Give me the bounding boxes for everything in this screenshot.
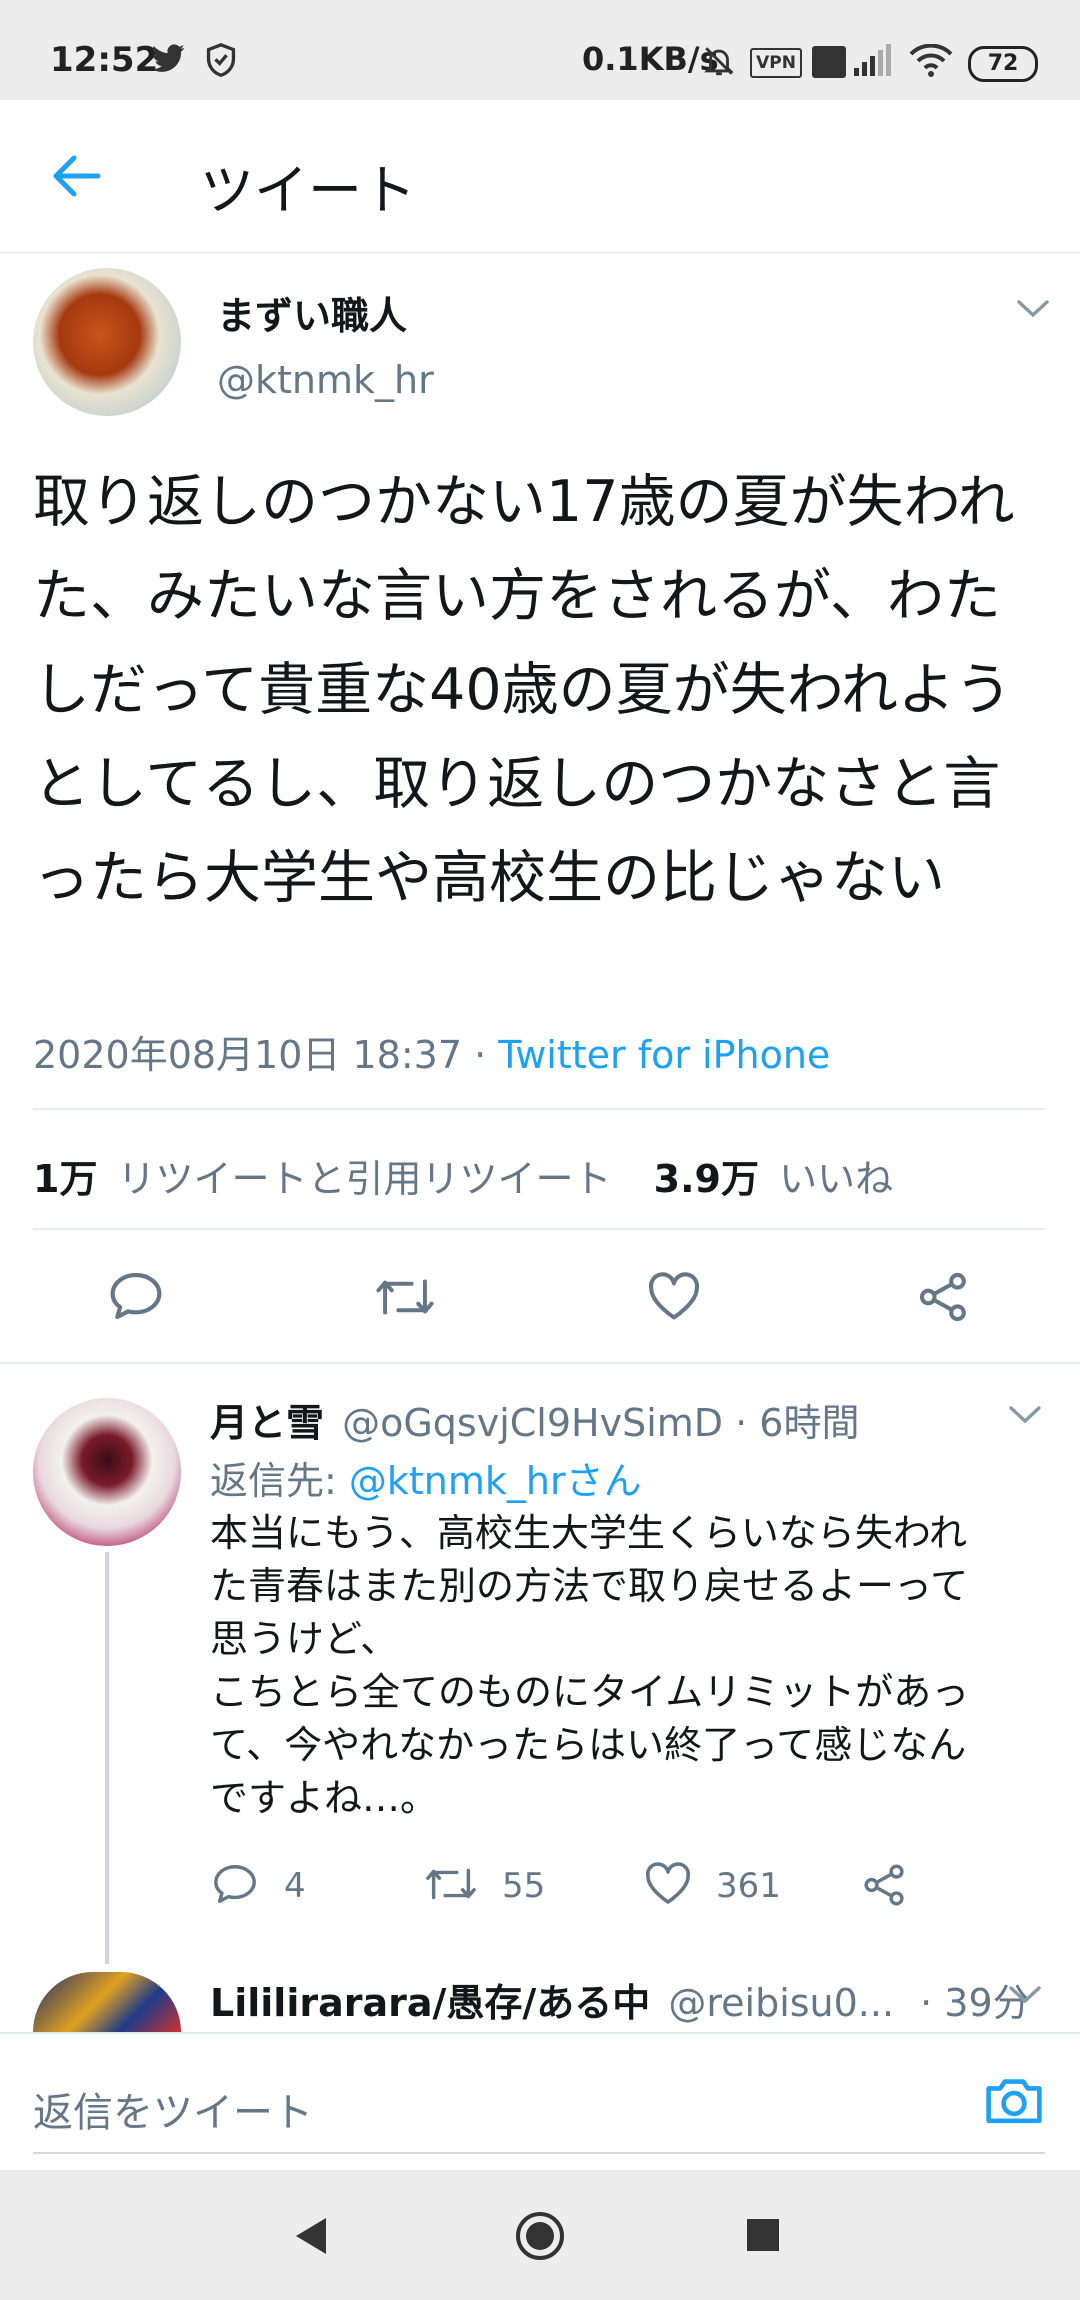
- author-avatar[interactable]: [33, 268, 181, 416]
- reply-header: 月と雪 @oGqsvjCl9HvSimD · 6時間: [210, 1392, 859, 1447]
- compose-underline: [33, 2152, 1045, 2154]
- network-speed: 0.1KB/s: [582, 40, 719, 78]
- camera-icon[interactable]: [984, 2072, 1044, 2128]
- signal-icon: [852, 44, 892, 78]
- reply-to-line: 返信先: @ktnmk_hrさん: [210, 1450, 642, 1505]
- reply-retweet-icon[interactable]: [424, 1862, 478, 1906]
- nav-recents-icon[interactable]: [746, 2218, 780, 2252]
- reply-text-line: 本当にもう、高校生大学生くらいなら失われ: [210, 1511, 967, 1555]
- nav-home-icon[interactable]: [514, 2210, 566, 2262]
- shield-icon: [204, 42, 238, 78]
- author-name[interactable]: まずい職人: [217, 285, 407, 340]
- tweet-text: 取り返しのつかない17歳の夏が失われた、みたいな言い方をされるが、わたしだって貴…: [33, 469, 1015, 911]
- reply-text-line: た青春はまた別の方法で取り戻せるよーって: [210, 1564, 969, 1608]
- reply-retweet-count: 55: [502, 1866, 546, 1906]
- twitter-bird-icon: [150, 44, 186, 74]
- app-header: [0, 100, 1080, 253]
- reply-to-handle[interactable]: @ktnmk_hrさん: [349, 1459, 642, 1503]
- reply-handle-time[interactable]: @oGqsvjCl9HvSimD · 6時間: [342, 1401, 859, 1445]
- meta-separator: ·: [462, 1033, 499, 1077]
- reply2-handle[interactable]: @reibisu0...: [668, 1981, 894, 2025]
- tweet-source-link[interactable]: Twitter for iPhone: [498, 1033, 830, 1077]
- retweet-label[interactable]: リツイートと引用リツイート: [118, 1157, 612, 1201]
- page-title: ツイート: [200, 159, 416, 222]
- tweet-timestamp: 2020年08月10日 18:37: [33, 1033, 463, 1077]
- tweet-meta: 2020年08月10日 18:37 · Twitter for iPhone: [33, 1024, 830, 1079]
- tweet-stats: 1万 リツイートと引用リツイート 3.9万 いいね: [33, 1148, 893, 1203]
- reply2-avatar[interactable]: [33, 1972, 181, 2032]
- thread-line: [105, 1552, 109, 1964]
- author-handle[interactable]: @ktnmk_hr: [217, 358, 434, 402]
- back-arrow-icon[interactable]: [50, 152, 102, 200]
- reply-text-line: て、今やれなかったらはい終了って感じなん: [210, 1723, 967, 1767]
- reply-author-name[interactable]: 月と雪: [210, 1401, 324, 1445]
- status-time: 12:52: [50, 40, 159, 80]
- reply-reply-icon[interactable]: [212, 1862, 258, 1906]
- reply-text: 本当にもう、高校生大学生くらいなら失われ た青春はまた別の方法で取り戻せるよーっ…: [210, 1507, 1040, 1825]
- reply-to-prefix: 返信先:: [210, 1459, 349, 1503]
- battery-indicator: 72: [968, 46, 1038, 82]
- share-icon[interactable]: [916, 1270, 972, 1324]
- reply-text-line: ですよね…。: [210, 1776, 439, 1820]
- mute-bell-icon: [702, 44, 736, 78]
- divider: [33, 1108, 1045, 1110]
- nav-back-icon[interactable]: [294, 2216, 328, 2256]
- retweet-count[interactable]: 1万: [33, 1157, 97, 1201]
- section-divider: [0, 1362, 1080, 1364]
- like-icon[interactable]: [646, 1272, 702, 1322]
- reply2-chevron-down-icon[interactable]: [1008, 1984, 1042, 2006]
- divider: [33, 1228, 1045, 1230]
- reply-avatar[interactable]: [33, 1398, 181, 1546]
- reply-text-line: こちとら全てのものにタイムリミットがあっ: [210, 1670, 970, 1714]
- reply2-author-name[interactable]: Lililirarara/愚存/ある中: [210, 1981, 650, 2025]
- reply-input[interactable]: 返信をツイート: [33, 2080, 313, 2138]
- reply2-header: Lililirarara/愚存/ある中 @reibisu0... · 39分: [210, 1972, 1031, 2027]
- volte-icon: [812, 46, 846, 78]
- reply-text-line: 思うけど、: [210, 1617, 399, 1661]
- vpn-icon: VPN: [750, 48, 802, 78]
- wifi-icon: [908, 44, 954, 78]
- chevron-down-icon[interactable]: [1016, 298, 1050, 320]
- reply-like-icon[interactable]: [644, 1862, 692, 1906]
- reply-reply-count: 4: [284, 1866, 306, 1906]
- reply-like-count: 361: [716, 1866, 781, 1906]
- reply-share-icon[interactable]: [862, 1862, 908, 1908]
- reply-chevron-down-icon[interactable]: [1008, 1404, 1042, 1426]
- reply-icon[interactable]: [108, 1270, 164, 1322]
- retweet-icon[interactable]: [374, 1272, 436, 1322]
- like-label[interactable]: いいね: [779, 1157, 893, 1201]
- like-count[interactable]: 3.9万: [654, 1157, 759, 1201]
